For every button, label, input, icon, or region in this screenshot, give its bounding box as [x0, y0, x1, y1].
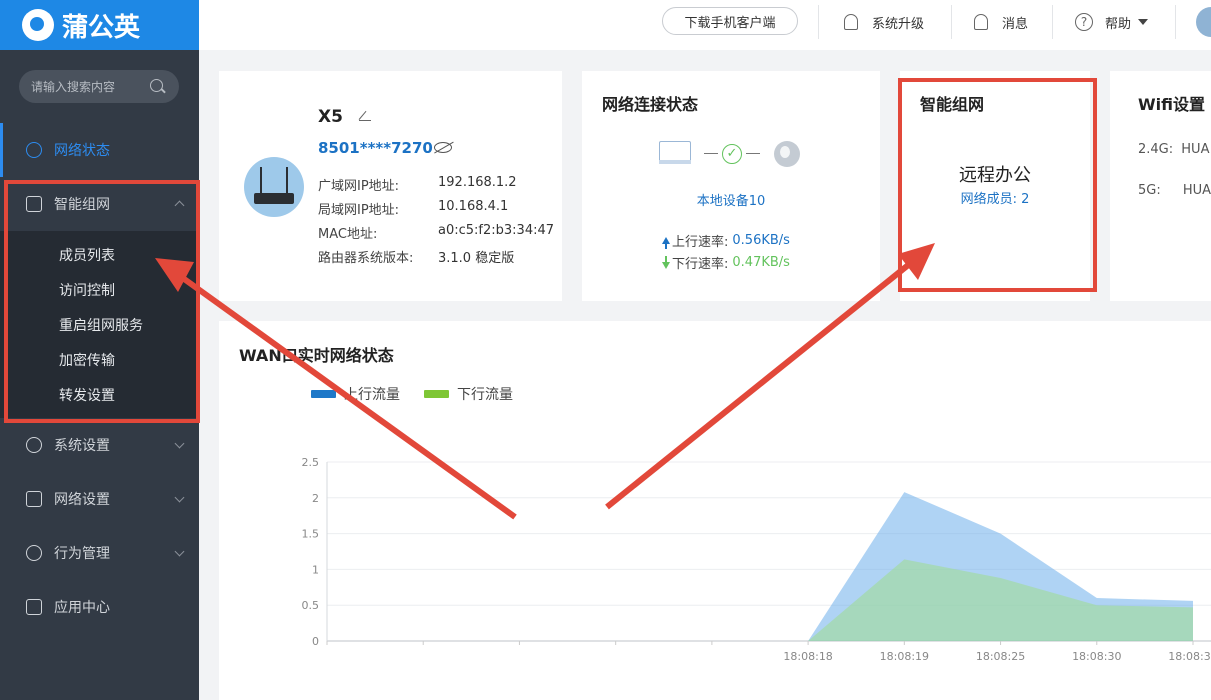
y-tick-label: 1.5	[302, 528, 320, 541]
globe-icon	[774, 141, 800, 167]
wan-ip-label: 广域网IP地址:	[318, 179, 400, 194]
logo-icon	[22, 9, 54, 41]
download-speed: 下行速率: 0.47KB/s	[662, 253, 790, 272]
chevron-down-icon	[174, 492, 185, 503]
router-image	[244, 157, 304, 217]
upgrade-icon	[844, 14, 858, 30]
lan-ip-label: 局域网IP地址:	[318, 203, 400, 218]
wifi-24g-value: HUA	[1181, 142, 1210, 157]
eye-off-icon[interactable]	[434, 142, 452, 153]
sidebar-item-label: 网络设置	[54, 492, 110, 508]
help-menu[interactable]: ? 帮助	[1075, 12, 1149, 32]
wan-ip-value: 192.168.1.2	[438, 175, 517, 190]
cube-icon	[26, 599, 42, 615]
sidebar-item-app-center[interactable]: 应用中心	[0, 580, 199, 634]
check-icon: ✓	[722, 144, 742, 164]
device-name: X5	[318, 107, 343, 127]
mac-label: MAC地址:	[318, 227, 378, 242]
sidebar-item-label: 应用中心	[54, 600, 110, 616]
top-bar: 下载手机客户端 系统升级 消息 ? 帮助	[199, 0, 1211, 50]
chevron-down-icon	[174, 438, 185, 449]
y-tick-label: 0.5	[302, 599, 320, 612]
x-tick-label: 18:08:19	[880, 650, 929, 663]
wifi-24g-row: 2.4G: HUA	[1138, 142, 1209, 157]
divider	[951, 5, 952, 39]
help-icon: ?	[1075, 13, 1093, 31]
wifi-24g-label: 2.4G:	[1138, 142, 1174, 157]
divider	[818, 5, 819, 39]
card-title: Wifi设置	[1138, 95, 1205, 114]
search-icon[interactable]	[150, 79, 163, 92]
sidebar-item-behavior-management[interactable]: 行为管理	[0, 526, 199, 580]
upload-speed-label: 上行速率:	[672, 235, 729, 250]
firmware-value: 3.1.0 稳定版	[438, 251, 515, 266]
lan-ip-value: 10.168.4.1	[438, 199, 509, 214]
download-speed-value: 0.47KB/s	[732, 255, 790, 270]
x-tick-label: 18:08:30	[1072, 650, 1121, 663]
firmware-label: 路由器系统版本:	[318, 251, 414, 266]
card-title: 网络连接状态	[602, 95, 699, 114]
help-label: 帮助	[1105, 16, 1132, 32]
upload-speed: 上行速率: 0.56KB/s	[662, 231, 790, 250]
system-upgrade-button[interactable]: 系统升级	[844, 12, 924, 32]
document-icon	[26, 491, 42, 507]
x-tick-label: 18:08:36	[1168, 650, 1211, 663]
annotation-box-sidebar	[4, 180, 200, 423]
connector	[746, 153, 760, 155]
router-icon	[659, 141, 691, 164]
x-tick-label: 18:08:25	[976, 650, 1025, 663]
y-tick-label: 2	[312, 492, 319, 505]
gear-icon	[26, 437, 42, 453]
sidebar-item-label: 系统设置	[54, 438, 110, 454]
eye-icon	[26, 545, 42, 561]
wan-chart-card: WAN口实时网络状态 上行流量 下行流量 0 0.5 1 1.5 2 2.5 18:08:1…	[219, 321, 1211, 700]
y-tick-label: 1	[312, 563, 319, 576]
local-devices-link[interactable]: 本地设备10	[582, 190, 880, 209]
x-tick-label: 18:08:18	[783, 650, 832, 663]
download-app-button[interactable]: 下载手机客户端	[662, 7, 798, 35]
sidebar-item-network-status[interactable]: 网络状态	[0, 123, 199, 177]
caret-down-icon	[1138, 19, 1149, 25]
logo-text: 蒲公英	[62, 12, 141, 43]
y-tick-label: 2.5	[302, 456, 320, 469]
system-upgrade-label: 系统升级	[872, 16, 925, 32]
antenna	[260, 167, 262, 195]
connector	[704, 153, 718, 155]
antenna	[286, 167, 288, 195]
wifi-5g-row: 5G: HUA	[1138, 183, 1211, 198]
avatar[interactable]	[1196, 7, 1211, 37]
arrow-up-icon	[662, 237, 670, 249]
sidebar-item-network-settings[interactable]: 网络设置	[0, 472, 199, 526]
sidebar-item-label: 网络状态	[54, 143, 110, 159]
wifi-5g-value: HUA	[1182, 183, 1211, 198]
network-status-card: 网络连接状态 ✓ 本地设备10 上行速率: 0.56KB/s 下行速率: 0.4…	[582, 71, 880, 301]
download-speed-label: 下行速率:	[672, 257, 729, 272]
y-tick-label: 0	[312, 635, 319, 648]
sidebar-item-label: 行为管理	[54, 546, 110, 562]
chevron-down-icon	[174, 546, 185, 557]
router-body	[254, 193, 294, 204]
annotation-box-mesh	[898, 78, 1097, 292]
upload-speed-value: 0.56KB/s	[732, 233, 790, 248]
messages-button[interactable]: 消息	[974, 12, 1028, 32]
sidebar-item-system-settings[interactable]: 系统设置	[0, 418, 199, 472]
device-card: X5 8501****7270 广域网IP地址: 192.168.1.2 局域网…	[219, 71, 562, 301]
mac-value: a0:c5:f2:b3:34:47	[438, 223, 555, 238]
network-icon	[26, 142, 42, 158]
wifi-card: Wifi设置 2.4G: HUA 5G: HUA	[1110, 71, 1211, 301]
device-sn: 8501****7270	[318, 139, 433, 157]
edit-icon[interactable]	[359, 109, 371, 121]
divider	[1052, 5, 1053, 39]
traffic-chart: 0 0.5 1 1.5 2 2.5 18:08:18 18:08:19 18:08:25 18:0…	[302, 456, 1211, 663]
bell-icon	[974, 14, 988, 30]
messages-label: 消息	[1002, 16, 1029, 32]
arrow-down-icon	[662, 256, 670, 269]
divider	[1175, 5, 1176, 39]
wifi-5g-label: 5G:	[1138, 183, 1161, 198]
logo[interactable]: 蒲公英	[0, 0, 199, 50]
